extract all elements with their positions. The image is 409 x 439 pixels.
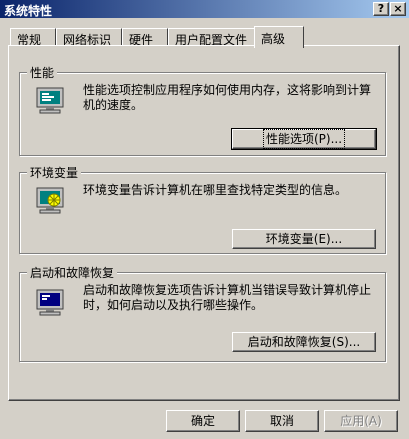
monitor-environment-icon bbox=[36, 187, 64, 214]
cancel-button[interactable]: 取消 bbox=[245, 410, 319, 432]
startup-group: 启动和故障恢复 启动和故障恢复选项告诉计算机当错误导致计算机停止时，如何启动以及… bbox=[19, 264, 386, 362]
performance-description: 性能选项控制应用程序如何使用内存，这将影响到计算机的速度。 bbox=[83, 83, 372, 112]
startup-recovery-button[interactable]: 启动和故障恢复(S)... bbox=[232, 332, 376, 352]
window-title: 系统特性 bbox=[4, 4, 53, 18]
startup-title: 启动和故障恢复 bbox=[27, 264, 118, 281]
monitor-performance-icon bbox=[36, 87, 64, 114]
tab-general[interactable]: 常规 bbox=[10, 28, 56, 47]
environment-description: 环境变量告诉计算机在哪里查找特定类型的信息。 bbox=[83, 183, 348, 197]
cancel-label: 取消 bbox=[269, 414, 294, 428]
tab-advanced[interactable]: 高级 bbox=[254, 26, 304, 48]
environment-group: 环境变量 环境变量告诉计算机在哪里查找特定类型的信息。 环境变量(E)... bbox=[19, 164, 386, 254]
close-button[interactable]: × bbox=[390, 2, 406, 16]
performance-title: 性能 bbox=[27, 64, 58, 81]
title-bar: 系统特性 bbox=[0, 0, 409, 18]
performance-options-label: 性能选项(P)... bbox=[262, 129, 346, 149]
performance-options-button[interactable]: 性能选项(P)... bbox=[231, 128, 377, 150]
environment-title: 环境变量 bbox=[27, 164, 82, 181]
tab-user-profiles[interactable]: 用户配置文件 bbox=[168, 28, 256, 47]
ok-label: 确定 bbox=[190, 414, 215, 428]
apply-button[interactable]: 应用(A) bbox=[324, 410, 398, 432]
tab-hardware[interactable]: 硬件 bbox=[122, 28, 168, 47]
environment-variables-label: 环境变量(E)... bbox=[265, 232, 343, 246]
apply-label: 应用(A) bbox=[340, 414, 382, 428]
environment-variables-button[interactable]: 环境变量(E)... bbox=[232, 229, 376, 249]
performance-group: 性能 性能选项控制应用程序如何使用内存，这将影响到计算机的速度。 性能选项(P)… bbox=[19, 64, 386, 156]
help-button[interactable]: ? bbox=[373, 2, 389, 16]
ok-button[interactable]: 确定 bbox=[166, 410, 240, 432]
monitor-startup-icon bbox=[36, 289, 64, 316]
startup-recovery-label: 启动和故障恢复(S)... bbox=[247, 335, 361, 349]
startup-description: 启动和故障恢复选项告诉计算机当错误导致计算机停止时，如何启动以及执行哪些操作。 bbox=[83, 283, 372, 312]
tab-network-id[interactable]: 网络标识 bbox=[56, 28, 122, 47]
